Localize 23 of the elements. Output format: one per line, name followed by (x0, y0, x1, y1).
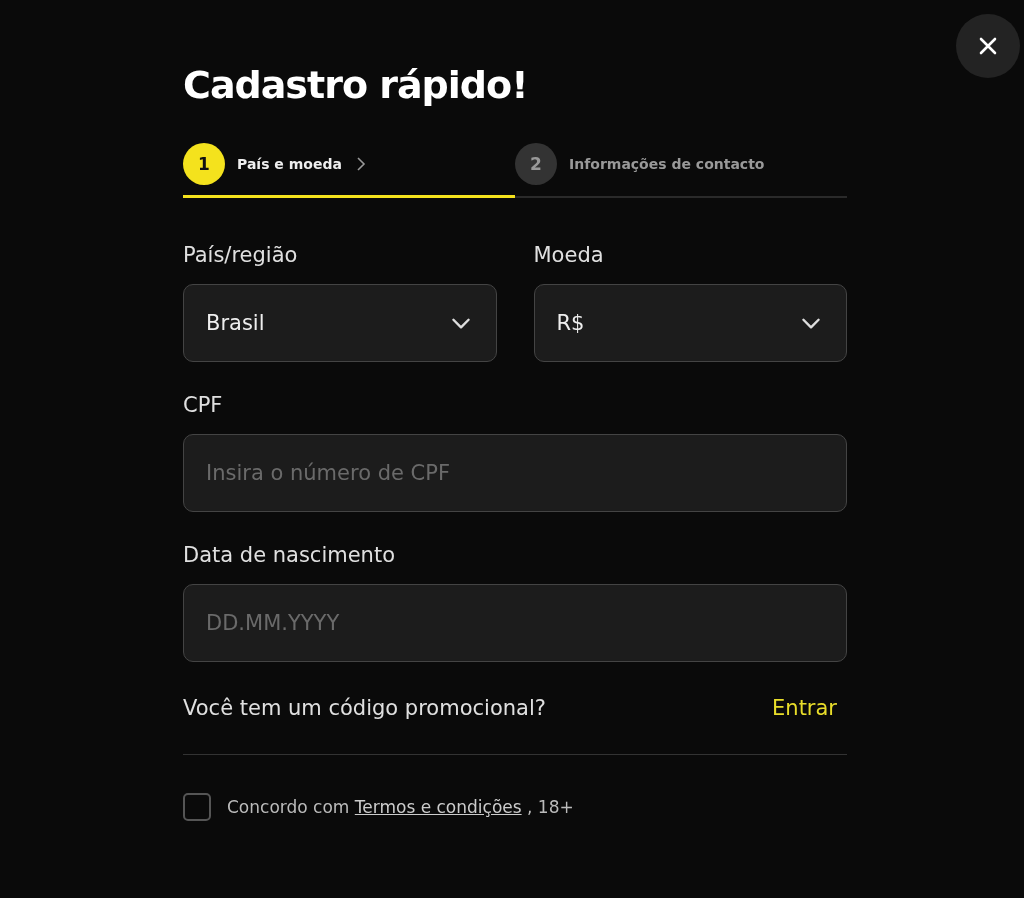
input-field[interactable]: Insira o número de CPF (183, 434, 847, 512)
step-label: País e moeda (237, 155, 342, 172)
step-tab[interactable]: 1 País e moeda (183, 138, 515, 198)
field-label: Moeda (533, 242, 605, 268)
agreement-text: Concordo com Termos e condições , 18+ (227, 797, 574, 817)
step-number: 1 (183, 142, 225, 185)
terms-link[interactable]: Termos e condições (354, 797, 522, 817)
select-field[interactable]: Brasil (183, 284, 497, 362)
promo-link[interactable]: Entrar (772, 696, 847, 720)
select-value: Brasil (206, 311, 265, 335)
step-tab[interactable]: 2 Informações de contacto (515, 138, 847, 198)
field-label: CPF (183, 392, 224, 418)
field-label: País/região (183, 242, 299, 268)
input-field[interactable]: DD.MM.YYYY (183, 584, 847, 662)
close-icon (978, 36, 998, 56)
select-value: R$ (556, 311, 585, 335)
dialog-title: Cadastro rápido! (183, 62, 529, 109)
step-label: Informações de contacto (569, 155, 765, 172)
checkbox[interactable] (183, 793, 211, 821)
select-field[interactable]: R$ (533, 284, 847, 362)
step-number: 2 (515, 142, 557, 185)
promo-question: Você tem um código promocional? (183, 696, 546, 720)
field-label: Data de nascimento (183, 542, 396, 568)
